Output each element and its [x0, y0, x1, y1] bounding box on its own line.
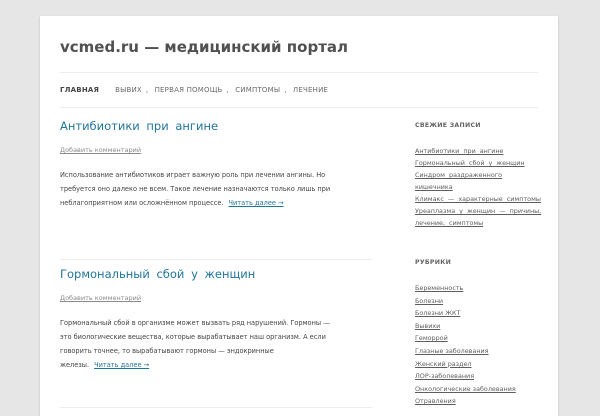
widget-title-recent: СВЕЖИЕ ЗАПИСИ: [415, 122, 481, 129]
read-more-link[interactable]: Читать далее →: [94, 361, 149, 369]
post-excerpt-text: Использование антибиотиков играет важную…: [60, 171, 331, 207]
category-link[interactable]: Беременность: [415, 282, 550, 295]
nav-item-dislocation[interactable]: ВЫВИХ,: [115, 86, 148, 94]
nav-item-label: СИМПТОМЫ: [235, 86, 281, 94]
categories-widget: РУБРИКИ Беременность Болезни Болезни ЖКТ…: [415, 259, 550, 408]
add-comment-link[interactable]: Добавить комментарий: [60, 146, 141, 154]
categories-list: Беременность Болезни Болезни ЖКТ Вывихи …: [415, 282, 550, 408]
post-excerpt: Гормональный сбой в организме может вызв…: [60, 316, 340, 372]
category-link[interactable]: Болезни ЖКТ: [415, 307, 550, 320]
category-link[interactable]: ЛОР-заболевания: [415, 370, 550, 383]
nav-item-label: ПЕРВАЯ ПОМОЩЬ: [154, 86, 223, 94]
nav-item-treatment[interactable]: ЛЕЧЕНИЕ: [293, 86, 328, 94]
recent-post-link[interactable]: Климакс — характерные симптомы: [415, 193, 550, 205]
sidebar: СВЕЖИЕ ЗАПИСИ Антибиотики при ангине Гор…: [415, 122, 550, 408]
recent-post-link[interactable]: Уреаплазма у женщин — причины,: [415, 205, 550, 217]
recent-post-link[interactable]: Гормональный сбой у женщин: [415, 157, 550, 169]
post-entry: Антибиотики при ангине Добавить коммента…: [60, 112, 372, 260]
recent-posts-list: Антибиотики при ангине Гормональный сбой…: [415, 145, 550, 229]
recent-post-link[interactable]: лечение, симптомы: [415, 217, 550, 229]
nav-item-symptoms[interactable]: СИМПТОМЫ,: [235, 86, 286, 94]
category-link[interactable]: Отравления: [415, 395, 550, 408]
category-link[interactable]: Геморрой: [415, 332, 550, 345]
recent-post-link[interactable]: кишечника: [415, 181, 550, 193]
nav-item-home[interactable]: ГЛАВНАЯ: [60, 86, 99, 94]
category-link[interactable]: Болезни: [415, 295, 550, 308]
post-title-link[interactable]: Антибиотики при ангине: [60, 119, 218, 133]
nav-menu: ВЫВИХ, ПЕРВАЯ ПОМОЩЬ, СИМПТОМЫ, ЛЕЧЕНИЕ: [115, 86, 332, 94]
post-excerpt: Использование антибиотиков играет важную…: [60, 168, 340, 210]
read-more-link[interactable]: Читать далее →: [229, 199, 284, 207]
post-list: Антибиотики при ангине Добавить коммента…: [60, 112, 372, 408]
site-title[interactable]: vcmed.ru — медицинский портал: [60, 38, 348, 56]
recent-post-link[interactable]: Антибиотики при ангине: [415, 145, 550, 157]
category-link[interactable]: Женский раздел: [415, 358, 550, 371]
post-entry: Гормональный сбой у женщин Добавить комм…: [60, 260, 372, 408]
nav-item-first-aid[interactable]: ПЕРВАЯ ПОМОЩЬ,: [155, 86, 229, 94]
recent-posts-widget: СВЕЖИЕ ЗАПИСИ Антибиотики при ангине Гор…: [415, 122, 550, 229]
page-container: vcmed.ru — медицинский портал ГЛАВНАЯ ВЫ…: [40, 16, 558, 416]
category-link[interactable]: Глазные заболевания: [415, 345, 550, 358]
main-navigation: ГЛАВНАЯ ВЫВИХ, ПЕРВАЯ ПОМОЩЬ, СИМПТОМЫ, …: [60, 72, 538, 108]
widget-title-categories: РУБРИКИ: [415, 259, 452, 266]
nav-item-label: ВЫВИХ: [115, 86, 142, 94]
post-title-link[interactable]: Гормональный сбой у женщин: [60, 267, 255, 281]
recent-post-link[interactable]: Синдром раздраженного: [415, 169, 550, 181]
category-link[interactable]: Онкологические заболевания: [415, 383, 550, 396]
add-comment-link[interactable]: Добавить комментарий: [60, 294, 141, 302]
category-link[interactable]: Вывихи: [415, 320, 550, 333]
